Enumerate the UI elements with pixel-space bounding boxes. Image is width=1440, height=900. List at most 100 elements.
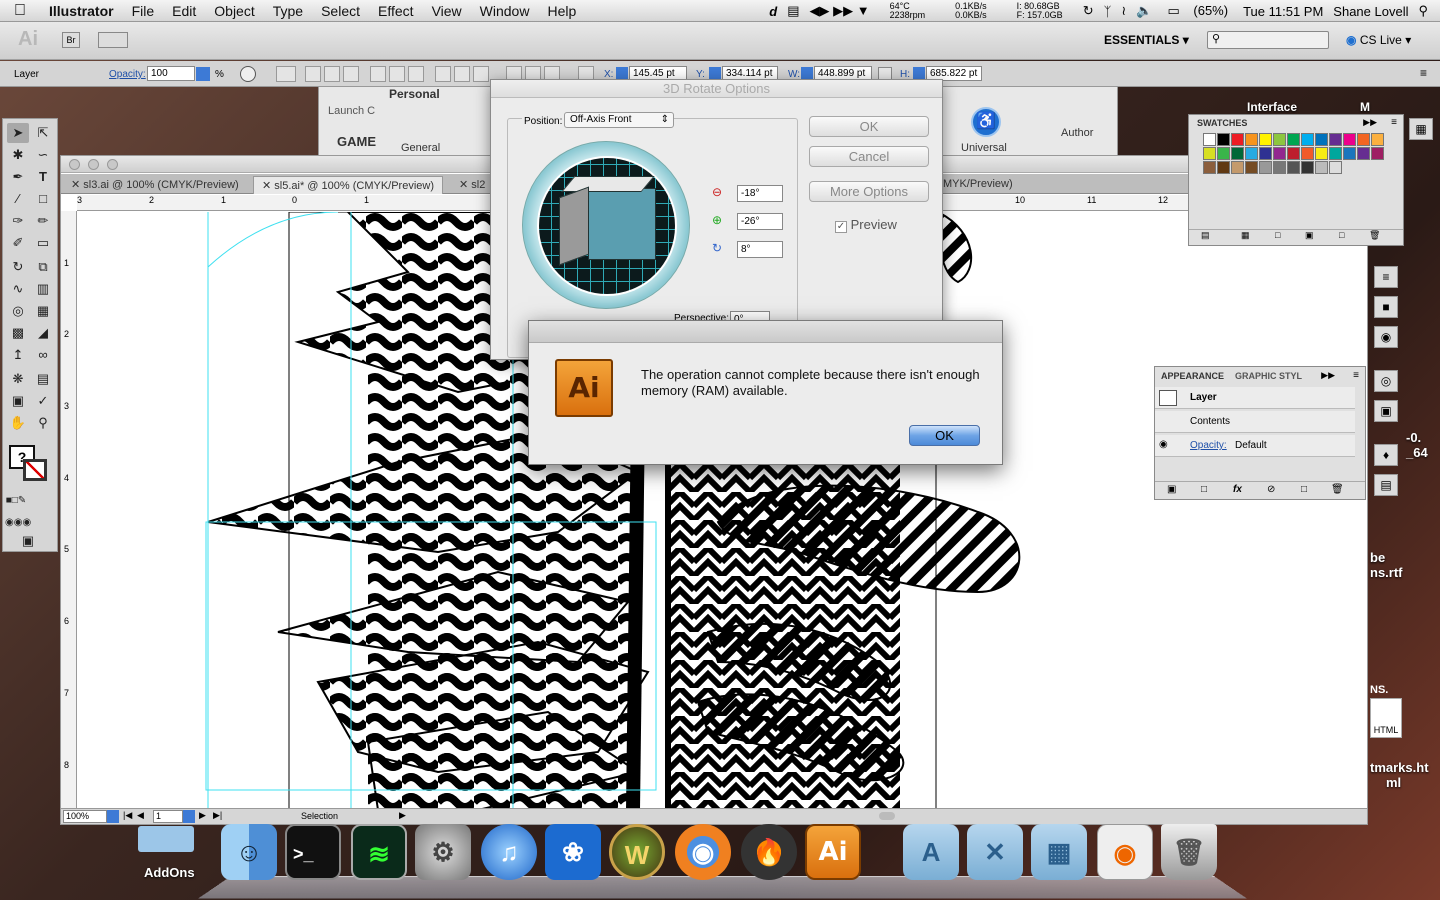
distribute-center-icon[interactable] <box>454 66 470 82</box>
align-left-icon[interactable] <box>305 66 321 82</box>
color-swatch[interactable] <box>1301 161 1314 174</box>
close-window-button[interactable] <box>69 159 80 170</box>
color-swatch[interactable] <box>1245 161 1258 174</box>
color-swatch[interactable] <box>1203 147 1216 160</box>
applications-folder-icon[interactable]: A <box>903 824 959 880</box>
close-tab-icon[interactable]: ✕ <box>262 180 271 192</box>
blob-brush-tool-icon[interactable]: ✐ <box>7 233 29 253</box>
align-bottom-icon[interactable] <box>408 66 424 82</box>
paintbrush-tool-icon[interactable]: ✑ <box>7 211 29 231</box>
color-swatch[interactable] <box>1371 133 1384 146</box>
artboard-tool-icon[interactable]: ▣ <box>7 391 29 411</box>
color-swatch[interactable] <box>1203 133 1216 146</box>
pathfinder-icon[interactable]: ▣ <box>1374 400 1398 422</box>
color-swatch[interactable] <box>1343 147 1356 160</box>
minimize-window-button[interactable] <box>88 159 99 170</box>
warcraft-icon[interactable]: W <box>609 824 665 880</box>
appearance-opacity-row[interactable]: ◉ Opacity: Default <box>1155 435 1355 457</box>
z-rotation-input[interactable]: 8° <box>737 241 783 258</box>
align-center-icon[interactable] <box>324 66 340 82</box>
menu-help[interactable]: Help <box>538 3 585 19</box>
preview-checkbox[interactable]: ✓ Preview <box>835 217 897 233</box>
screen-mode-icon[interactable]: ▣ <box>17 531 39 551</box>
time-machine-icon[interactable]: ↻ <box>1078 3 1099 19</box>
media-controls-icon[interactable]: ◀▶ ▶▶ ▼ <box>805 3 875 19</box>
symbols-icon[interactable]: ◉ <box>1374 326 1398 348</box>
pen-tool-icon[interactable]: ✒ <box>7 167 29 187</box>
color-swatch[interactable] <box>1273 161 1286 174</box>
stroke-swatch[interactable] <box>23 459 47 481</box>
tab-sl2[interactable]: ✕ sl2 <box>451 176 493 194</box>
panel-menu-icon[interactable]: ≡ <box>1353 370 1359 381</box>
desktop-file-be[interactable]: be ns.rtf <box>1370 550 1403 580</box>
color-swatch[interactable] <box>1287 161 1300 174</box>
color-swatch[interactable] <box>1217 161 1230 174</box>
system-preferences-icon[interactable]: ⚙ <box>415 824 471 880</box>
pencil-tool-icon[interactable]: ✏ <box>32 211 54 231</box>
column-graph-tool-icon[interactable]: ▤ <box>32 369 54 389</box>
x-rotation-input[interactable]: -18° <box>737 185 783 202</box>
hand-tool-icon[interactable]: ✋ <box>7 413 29 433</box>
activity-monitor-icon[interactable]: ≋ <box>351 824 407 880</box>
spotlight-icon[interactable]: ⚲ <box>1413 3 1440 19</box>
shape-builder-tool-icon[interactable]: ◎ <box>7 301 29 321</box>
distribute-bottom-icon[interactable] <box>473 66 489 82</box>
desktop-html-file[interactable]: NS. HTML <box>1370 682 1404 750</box>
firefox-icon[interactable]: ◉ <box>675 824 731 880</box>
color-swatch[interactable] <box>1273 133 1286 146</box>
bluetooth-icon[interactable]: ᛉ <box>1099 4 1117 19</box>
battery-indicator[interactable]: ▭ (65%) <box>1157 3 1238 19</box>
magic-wand-tool-icon[interactable]: ✱ <box>7 145 29 165</box>
color-swatch[interactable] <box>1301 133 1314 146</box>
align-right-icon[interactable] <box>343 66 359 82</box>
color-swatch[interactable] <box>1357 147 1370 160</box>
network-widget[interactable]: 0.1KB/s 0.0KB/s <box>940 1 1002 21</box>
menu-view[interactable]: View <box>423 3 471 19</box>
color-swatch[interactable] <box>1371 147 1384 160</box>
user-menu[interactable]: Shane Lovell <box>1328 4 1413 19</box>
slice-tool-icon[interactable]: ✓ <box>32 391 54 411</box>
desktop-file-64[interactable]: -0. _64 <box>1406 430 1428 460</box>
trash-icon[interactable]: 🗑 <box>1161 824 1217 880</box>
apple-menu-icon[interactable]:  <box>0 2 40 20</box>
clear-appearance-icon[interactable]: ⊘ <box>1267 484 1275 495</box>
universal-access-icon[interactable]: ♿ <box>971 107 1001 137</box>
menu-effect[interactable]: Effect <box>369 3 423 19</box>
color-mode-icon[interactable]: ■□✎ <box>5 491 27 511</box>
menu-edit[interactable]: Edit <box>163 3 205 19</box>
ok-button[interactable]: OK <box>809 116 929 137</box>
color-swatch[interactable] <box>1343 133 1356 146</box>
horizontal-scrollbar[interactable] <box>879 812 895 820</box>
y-rotation-input[interactable]: -26° <box>737 213 783 230</box>
selection-tool-icon[interactable]: ➤ <box>7 123 29 143</box>
addons-folder[interactable]: AddOns <box>138 826 200 886</box>
arrange-documents-button[interactable] <box>98 32 128 48</box>
visibility-eye-icon[interactable]: ◉ <box>1159 439 1168 450</box>
add-stroke-icon[interactable]: ▣ <box>1167 484 1176 495</box>
app-menu[interactable]: Illustrator <box>40 3 123 19</box>
volume-icon[interactable]: 🔈 <box>1131 3 1157 19</box>
symbol-sprayer-tool-icon[interactable]: ❋ <box>7 369 29 389</box>
graphic-styles-tab[interactable]: GRAPHIC STYL <box>1235 371 1302 381</box>
position-select[interactable]: Off-Axis Front ⇕ <box>564 112 674 128</box>
artboards-icon[interactable]: ▤ <box>1374 474 1398 496</box>
opacity-input[interactable] <box>147 66 195 81</box>
menu-select[interactable]: Select <box>312 3 369 19</box>
opacity-label[interactable]: Opacity: <box>1190 440 1227 451</box>
disk-widget[interactable]: I: 80.68GB F: 157.0GB <box>1002 1 1078 21</box>
color-swatch[interactable] <box>1315 147 1328 160</box>
finder-icon[interactable]: ☺ <box>221 824 277 880</box>
terminal-icon[interactable]: >_ <box>285 824 341 880</box>
color-swatch[interactable] <box>1245 147 1258 160</box>
color-swatch[interactable] <box>1217 133 1230 146</box>
menu-file[interactable]: File <box>123 3 164 19</box>
clock[interactable]: Tue 11:51 PM <box>1238 4 1328 19</box>
align-top-icon[interactable] <box>370 66 386 82</box>
opacity-label[interactable]: Opacity: <box>109 69 146 80</box>
itunes-icon[interactable]: ♫ <box>481 824 537 880</box>
draw-mode-icon[interactable]: ◉◉◉ <box>5 513 31 533</box>
prev-artboard-icon[interactable]: ◀ <box>137 810 144 821</box>
close-tab-icon[interactable]: ✕ <box>71 179 80 191</box>
desktop-file-bookmarks[interactable]: tmarks.ht ml <box>1370 760 1429 790</box>
align-middle-icon[interactable] <box>389 66 405 82</box>
